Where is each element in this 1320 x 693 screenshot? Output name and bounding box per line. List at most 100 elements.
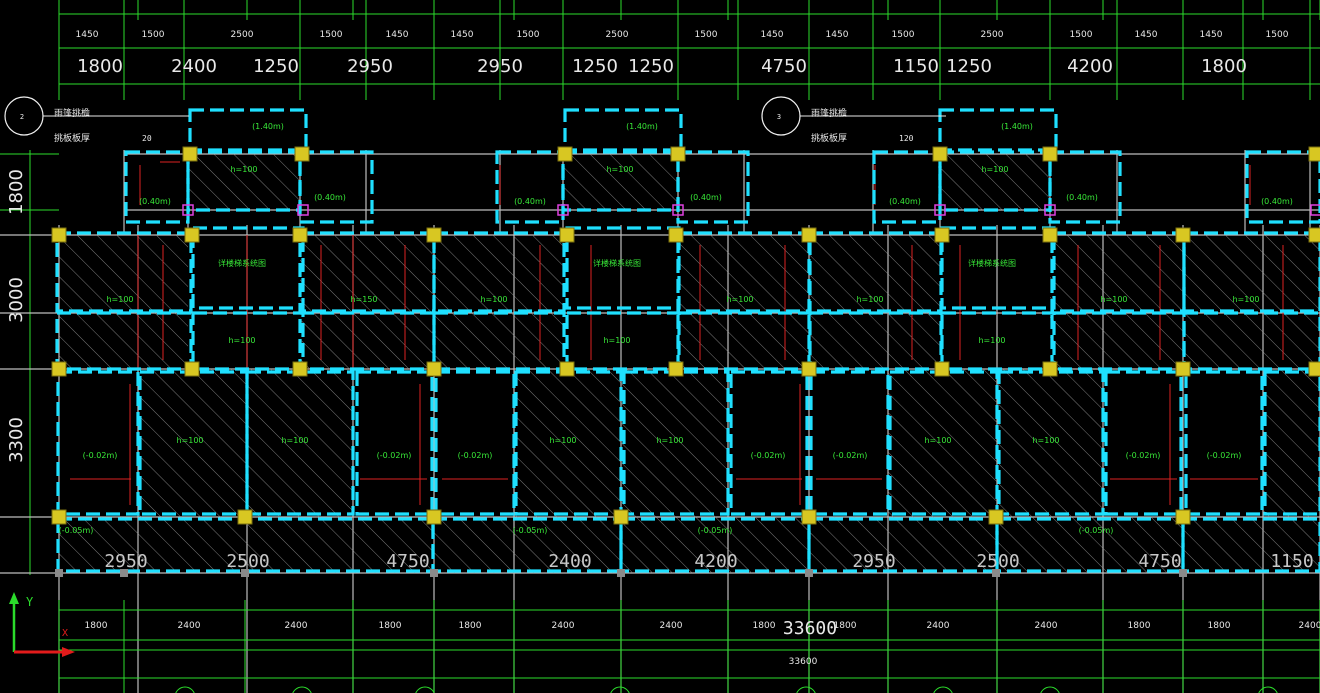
column-29 [51,509,67,525]
column-6 [426,227,442,243]
top-dim-big-text: 1250 [628,56,674,77]
top-dim-small-text: 1500 [1266,30,1289,40]
column-35 [1175,509,1191,525]
top-dim-small-text: 1450 [1200,30,1223,40]
ucs-icon: Y X [9,592,75,657]
slab-hatch-13 [1183,313,1320,369]
bottom-dim-small-text: 2400 [552,621,575,631]
legend-line2: 挑板板厚 [54,132,90,144]
axis-bubble-3 [610,686,630,693]
slab-thickness-label: h=100 [726,295,753,304]
bottom-dim-small-text: 1800 [1208,621,1231,631]
top-dim-small-text: 2500 [231,30,254,40]
slab-thickness-label: h=100 [981,165,1008,174]
overlay-dim-text: 4750 [386,551,429,572]
top-dim-small-text: 1450 [826,30,849,40]
bottom-dim-small-text: 2400 [1299,621,1320,631]
elevation-label: (0.40m) [314,193,346,202]
bottom-dim-small-text: 1800 [85,621,108,631]
slab-thickness-label: h=100 [106,295,133,304]
wall-outline-40 [188,108,308,152]
elevation-label: (-0.02m) [833,451,868,460]
bottom-dim-small-text: 1800 [379,621,402,631]
top-dim-small-text: 1500 [142,30,165,40]
column-0 [51,227,67,243]
wall-outline-48 [676,150,750,224]
overlay-dim-text: 2950 [104,551,147,572]
slab-thickness-label: h=100 [281,436,308,445]
slab-thickness-label: h=100 [856,295,883,304]
elevation-label: (-0.02m) [377,451,412,460]
top-dim-big-text: 1250 [946,56,992,77]
left-dim-text: 1800 [6,169,27,215]
column-20 [1308,227,1320,243]
slab-hatch-22 [188,154,300,210]
slab-thickness-label: h=100 [978,336,1005,345]
slab-hatch-9 [434,313,563,369]
top-dim-small-text: 1450 [451,30,474,40]
elevation-label: (0.40m) [889,197,921,206]
elevation-label: (1.40m) [252,122,284,131]
elevation-label: (-0.05m) [59,526,94,535]
elevation-label: (-0.02m) [458,451,493,460]
column-3 [184,361,200,377]
wall-outline-49 [872,150,942,224]
overall-dim-text: 33600 [783,618,837,639]
wall-outline-4 [565,226,681,310]
wall-outline-52 [1245,150,1320,224]
column-18 [1175,227,1191,243]
slab-thickness-label: h=100 [603,336,630,345]
column-34 [988,509,1004,525]
column-14 [934,227,950,243]
elevation-label: (-0.02m) [751,451,786,460]
top-dim-small-text: 1500 [1070,30,1093,40]
column-40 [932,146,948,162]
axis-bubble-1 [292,686,312,693]
axis-bubble-2 [415,686,435,693]
axis-bubble-4 [796,686,816,693]
column-16 [1042,227,1058,243]
slab-hatch-24 [940,154,1050,210]
column-11 [668,361,684,377]
column-5 [292,361,308,377]
elevation-label: (-0.05m) [1079,526,1114,535]
grid-node-0 [55,569,63,577]
wall-outline-23 [355,370,434,516]
ucs-y-label: Y [26,595,34,609]
slab-thickness-label: h=150 [350,295,377,304]
stair-system-label: 详楼梯系统图 [218,258,266,268]
overlay-dim-text: 2950 [852,551,895,572]
bottom-dim-small-text: 2400 [1035,621,1058,631]
legend-circle-number: 3 [777,113,781,121]
top-dim-big-text: 2950 [347,56,393,77]
grid-node-3 [430,569,438,577]
column-17 [1042,361,1058,377]
slab-thickness-label: h=100 [1100,295,1127,304]
column-12 [801,227,817,243]
bottom-dim-small-text: 2400 [285,621,308,631]
elevation-label: (0.40m) [139,197,171,206]
cad-drawing-canvas[interactable]: 1450 1500 2500 1500 1450 1450 1500 2500 1500 1450… [0,0,1320,693]
column-30 [237,509,253,525]
top-dim-small-text: 1500 [892,30,915,40]
overlay-dim-text: 4750 [1138,551,1181,572]
column-31 [426,509,442,525]
slab-hatch-7 [59,313,188,369]
overall-dim-small-text: 33600 [789,657,818,667]
column-21 [1308,361,1320,377]
wall-outline-7 [940,226,1056,310]
legend-value: 120 [899,134,914,143]
bottom-dim-small-text: 1800 [459,621,482,631]
stair-system-label: 详楼梯系统图 [593,258,641,268]
elevation-label: (0.40m) [1066,193,1098,202]
legend-line1: 雨篷挑檐 [811,107,847,119]
slab-thickness-label: h=100 [228,336,255,345]
legend-circle-number: 2 [20,113,24,121]
top-dim-small-text: 1450 [761,30,784,40]
wall-outline-42 [938,108,1058,152]
top-dim-small-text: 1500 [695,30,718,40]
top-dim-big-text: 4200 [1067,56,1113,77]
column-39 [670,146,686,162]
legend-value: 20 [142,134,152,143]
bottom-dim-small-text: 2400 [660,621,683,631]
